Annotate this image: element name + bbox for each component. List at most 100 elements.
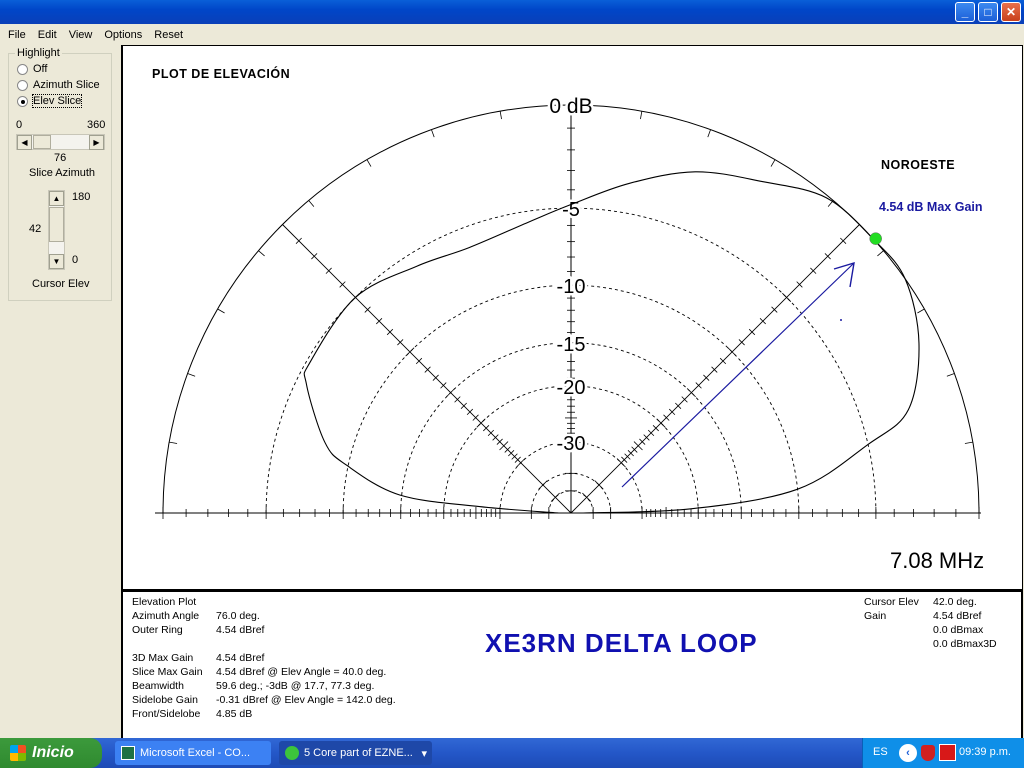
info-value: 4.85 dB xyxy=(216,708,253,720)
task-label: Microsoft Excel - CO... xyxy=(140,747,251,759)
show-hidden-icons-icon[interactable]: ‹ xyxy=(899,744,917,762)
radio-elev-slice[interactable]: Elev Slice xyxy=(17,94,83,108)
close-button[interactable]: ✕ xyxy=(1001,2,1021,22)
radio-dot xyxy=(17,63,28,75)
cursor-info-key: Cursor Elev xyxy=(864,596,919,608)
menu-bar: File Edit View Options Reset xyxy=(0,24,1024,45)
radio-label: Elev Slice xyxy=(31,94,83,108)
ring-label: -10 xyxy=(557,276,586,298)
info-value: 76.0 deg. xyxy=(216,610,260,622)
cursor-marker xyxy=(869,232,882,245)
info-key: Sidelobe Gain xyxy=(132,694,198,706)
ring-tick xyxy=(640,111,643,120)
diagonal-axis xyxy=(282,224,572,514)
radio-off[interactable]: Off xyxy=(17,63,47,75)
clock: 09:39 p.m. xyxy=(959,746,1011,758)
slice-azimuth-scrollbar[interactable]: ◀ ▶ xyxy=(16,134,105,150)
cursor-info-value: 4.54 dBref xyxy=(933,610,982,622)
ring-tick xyxy=(877,250,884,257)
minimize-button[interactable]: _ xyxy=(955,2,975,22)
cursor-info-key: Gain xyxy=(864,610,887,622)
ring-label: -20 xyxy=(557,377,586,399)
ring-tick xyxy=(366,159,372,167)
radio-label: Off xyxy=(33,63,48,75)
elev-max: 180 xyxy=(72,191,91,203)
highlight-legend: Highlight xyxy=(17,47,60,59)
menu-reset[interactable]: Reset xyxy=(148,29,189,41)
task-label: 5 Core part of EZNE... xyxy=(304,747,413,759)
start-button[interactable]: Inicio xyxy=(0,738,102,768)
taskbar: Inicio Microsoft Excel - CO... 5 Core pa… xyxy=(0,738,1024,768)
info-key: 3D Max Gain xyxy=(132,652,194,664)
scroll-right-button[interactable]: ▶ xyxy=(89,135,104,150)
language-indicator[interactable]: ES xyxy=(873,746,888,758)
ring-tick xyxy=(431,129,435,138)
control-panel: Highlight Off Azimuth Slice Elev Slice 0… xyxy=(0,45,121,738)
radio-label: Azimuth Slice xyxy=(33,79,100,91)
ring-label: 0 dB xyxy=(549,95,592,118)
excel-icon xyxy=(121,746,135,760)
start-label: Inicio xyxy=(32,744,74,761)
ring-tick xyxy=(917,308,925,314)
chevron-down-icon[interactable]: ▾ xyxy=(421,747,427,760)
antivirus-icon[interactable] xyxy=(939,744,956,761)
security-shield-icon[interactable] xyxy=(921,745,935,761)
maximize-button[interactable]: □ xyxy=(978,2,998,22)
task-excel[interactable]: Microsoft Excel - CO... xyxy=(115,741,271,765)
radio-dot xyxy=(17,79,28,91)
ring-tick xyxy=(946,373,955,377)
info-value: 4.54 dBref @ Elev Angle = 40.0 deg. xyxy=(216,666,387,678)
annotation-arrow xyxy=(621,263,854,488)
info-key: Elevation Plot xyxy=(132,596,197,608)
scroll-up-button[interactable]: ▲ xyxy=(49,191,64,206)
title-bar: _ □ ✕ xyxy=(0,0,1024,24)
info-value: -0.31 dBref @ Elev Angle = 142.0 deg. xyxy=(216,694,396,706)
radio-azimuth-slice[interactable]: Azimuth Slice xyxy=(17,79,100,91)
cursor-elev-scrollbar[interactable]: ▲ ▼ xyxy=(48,190,65,270)
menu-file[interactable]: File xyxy=(2,29,32,41)
plot-area[interactable]: PLOT DE ELEVACIÓN NOROESTE 4.54 dB Max G… xyxy=(121,45,1023,589)
cursor-info-value: 42.0 deg. xyxy=(933,596,977,608)
ring-tick xyxy=(964,441,973,444)
info-key: Slice Max Gain xyxy=(132,666,203,678)
scroll-down-button[interactable]: ▼ xyxy=(49,254,64,269)
system-tray: ES ‹ 09:39 p.m. xyxy=(862,738,1024,768)
scroll-thumb[interactable] xyxy=(33,135,51,149)
ring-tick xyxy=(169,441,178,444)
ring-label: -30 xyxy=(557,433,586,455)
info-value: 4.54 dBref xyxy=(216,652,265,664)
ring-label: -15 xyxy=(557,334,586,356)
ring-tick xyxy=(217,308,225,314)
info-value: 59.6 deg.; -3dB @ 17.7, 77.3 deg. xyxy=(216,680,375,692)
info-key: Front/Sidelobe xyxy=(132,708,201,720)
info-key: Outer Ring xyxy=(132,624,183,636)
ring-tick xyxy=(258,250,265,257)
annotation-dot xyxy=(840,319,842,321)
menu-edit[interactable]: Edit xyxy=(32,29,63,41)
pattern-trace xyxy=(303,171,920,514)
info-panel: Elevation Plot Azimuth Angle 76.0 deg. Oute… xyxy=(121,589,1023,738)
task-eznec[interactable]: 5 Core part of EZNE... ▾ xyxy=(279,741,432,765)
azimuth-value: 76 xyxy=(54,152,67,164)
scroll-thumb[interactable] xyxy=(49,207,64,242)
elev-min: 0 xyxy=(72,254,79,266)
ring-tick xyxy=(770,159,776,167)
windows-logo-icon xyxy=(10,745,26,761)
info-key: Azimuth Angle xyxy=(132,610,200,622)
slice-azimuth-label: Slice Azimuth xyxy=(29,167,96,179)
ring-tick xyxy=(187,373,196,377)
ring-tick xyxy=(499,111,502,120)
menu-view[interactable]: View xyxy=(63,29,99,41)
antenna-banner: XE3RN DELTA LOOP xyxy=(485,628,758,658)
azimuth-max: 360 xyxy=(87,119,106,131)
cursor-info-value: 0.0 dBmax xyxy=(933,624,984,636)
menu-options[interactable]: Options xyxy=(98,29,148,41)
scroll-left-button[interactable]: ◀ xyxy=(17,135,32,150)
ring-tick xyxy=(707,129,711,138)
radio-dot xyxy=(17,95,28,107)
info-value: 4.54 dBref xyxy=(216,624,265,636)
diagonal-axis xyxy=(570,224,860,514)
cursor-elev-label: Cursor Elev xyxy=(32,278,90,290)
elev-value: 42 xyxy=(29,223,42,235)
ring-tick xyxy=(308,200,315,207)
